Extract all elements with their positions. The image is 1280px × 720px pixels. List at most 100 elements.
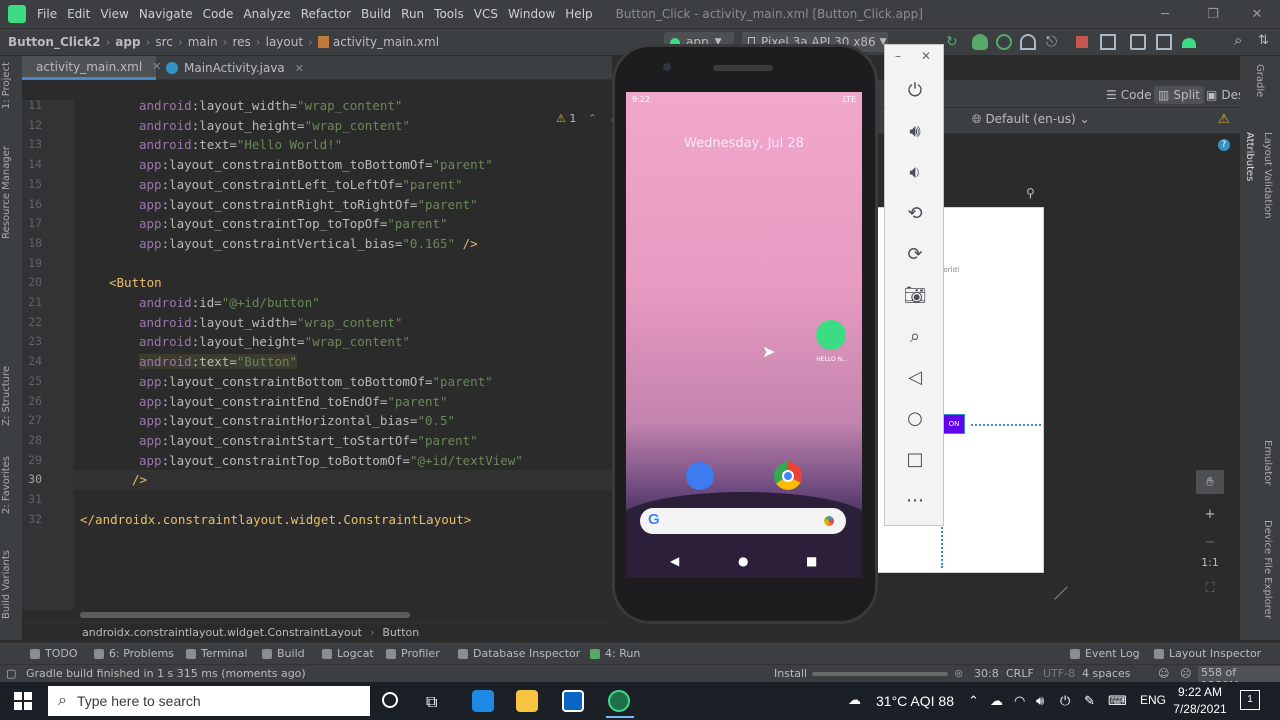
code-line[interactable]: app:layout_constraintStart_toStartOf="pa… xyxy=(139,433,478,448)
volume-icon[interactable]: 🔊︎ xyxy=(1036,693,1044,709)
debug-icon[interactable] xyxy=(972,34,988,50)
keyboard-icon[interactable]: ⌨ xyxy=(1108,693,1127,709)
hector-icon[interactable]: ☺ xyxy=(1158,667,1169,680)
rotate-left-icon[interactable]: ⟲ xyxy=(904,202,926,224)
maximize-button[interactable]: ❐ xyxy=(1190,0,1236,28)
pan-hand-icon[interactable]: ✋︎ xyxy=(1196,470,1224,494)
minimize-button[interactable]: ─ xyxy=(1142,0,1188,28)
menu-analyze[interactable]: Analyze xyxy=(238,7,295,21)
home-icon[interactable]: ○ xyxy=(904,407,926,429)
screenshot-icon[interactable]: 📷︎ xyxy=(904,284,927,306)
input-language[interactable]: ENG xyxy=(1140,693,1166,707)
more-icon[interactable]: ⋯ xyxy=(904,489,926,511)
project-tool-button[interactable]: 1: Project xyxy=(1,62,12,109)
tray-app-icon[interactable]: ⏻ xyxy=(1060,693,1070,709)
power-icon[interactable]: ⏻ xyxy=(904,79,926,101)
home-nav-icon[interactable]: ● xyxy=(738,554,748,568)
rotate-right-icon[interactable]: ⟳ xyxy=(904,243,926,265)
menu-navigate[interactable]: Navigate xyxy=(134,7,198,21)
database-inspector-tool-button[interactable]: Database Inspector xyxy=(458,647,580,660)
stop-icon[interactable] xyxy=(1076,36,1088,48)
close-window-button[interactable]: ✕ xyxy=(1234,0,1280,28)
avd-manager-icon[interactable] xyxy=(1130,34,1146,50)
structure-tool-button[interactable]: Z: Structure xyxy=(1,366,12,426)
layout-validation-tool-button[interactable]: Layout Validation xyxy=(1262,132,1273,219)
crumb-constraintlayout[interactable]: androidx.constraintlayout.widget.Constra… xyxy=(82,626,362,639)
zoom-actual-size-button[interactable]: 1:1 xyxy=(1196,550,1224,574)
caret-position[interactable]: 30:8 xyxy=(974,667,999,680)
layout-inspector-tool-button[interactable]: Layout Inspector xyxy=(1154,647,1261,660)
back-nav-icon[interactable]: ◀ xyxy=(670,554,679,568)
code-line[interactable]: app:layout_constraintBottom_toBottomOf="… xyxy=(139,157,493,172)
code-line[interactable]: </androidx.constraintlayout.widget.Const… xyxy=(80,512,471,527)
menu-run[interactable]: Run xyxy=(396,7,429,21)
feedback-icon[interactable]: ☹ xyxy=(1180,667,1191,680)
assistant-icon[interactable] xyxy=(824,516,834,526)
code-line[interactable]: /> xyxy=(132,472,147,487)
chrome-app-icon[interactable] xyxy=(774,462,802,490)
device-file-explorer-tool-button[interactable]: Device File Explorer xyxy=(1262,520,1273,619)
google-search-bar[interactable]: G xyxy=(640,508,846,534)
horizontal-scrollbar[interactable] xyxy=(80,612,410,618)
menu-window[interactable]: Window xyxy=(503,7,560,21)
code-line[interactable]: android:layout_width="wrap_content" xyxy=(139,98,402,113)
file-explorer-icon[interactable] xyxy=(516,690,538,712)
favorites-tool-button[interactable]: 2: Favorites xyxy=(1,456,12,514)
problems-tool-button[interactable]: 6: Problems xyxy=(94,647,174,660)
android-studio-taskbar-icon[interactable] xyxy=(608,690,630,712)
locale-select[interactable]: 🌐︎ Default (en-us) ⌄ xyxy=(972,112,1090,127)
pen-icon[interactable]: ✎ xyxy=(1084,693,1095,709)
code-line[interactable]: android:id="@+id/button" xyxy=(139,295,320,310)
breadcrumb-app[interactable]: app xyxy=(115,35,140,49)
project-structure-icon[interactable] xyxy=(1100,34,1116,50)
line-separator[interactable]: CRLF xyxy=(1006,667,1034,680)
taskbar-search-box[interactable]: ⌕ Type here to search xyxy=(48,686,370,716)
clock-time[interactable]: 9:22 AM xyxy=(1176,685,1224,699)
zoom-in-button[interactable]: + xyxy=(1196,502,1224,526)
recents-nav-icon[interactable]: ■ xyxy=(806,554,817,568)
code-line[interactable]: android:text="Hello World!" xyxy=(139,137,342,152)
todo-tool-button[interactable]: TODO xyxy=(30,647,78,660)
zoom-fit-button[interactable]: ⛶ xyxy=(1196,576,1224,600)
constraint-handle-icon[interactable]: ⚲ xyxy=(1026,186,1035,200)
build-variants-tool-button[interactable]: Build Variants xyxy=(1,550,12,619)
menu-refactor[interactable]: Refactor xyxy=(296,7,356,21)
emulator-screen[interactable]: 9:22 LTE Wednesday, Jul 28 HELLO N... ➤ … xyxy=(626,92,862,578)
breadcrumb-layout[interactable]: layout xyxy=(266,35,303,49)
show-hidden-icons[interactable]: ⌃ xyxy=(968,693,979,709)
breadcrumb-main[interactable]: main xyxy=(188,35,218,49)
breadcrumb-file[interactable]: activity_main.xml xyxy=(333,35,439,49)
profiler-tool-button[interactable]: Profiler xyxy=(386,647,440,660)
weather-text[interactable]: 31°C AQI 88 xyxy=(876,693,954,709)
apply-changes-icon[interactable]: ↻ xyxy=(946,34,962,50)
split-mode-button[interactable]: ▥ Split xyxy=(1154,86,1204,104)
search-icon[interactable]: ⌕ xyxy=(1234,31,1250,49)
taskbar-app-3-icon[interactable] xyxy=(562,690,584,712)
code-line[interactable]: app:layout_constraintEnd_toEndOf="parent… xyxy=(139,394,448,409)
run-tool-button[interactable]: 4: Run xyxy=(590,647,640,660)
code-line[interactable]: app:layout_constraintLeft_toLeftOf="pare… xyxy=(139,177,463,192)
code-line[interactable]: app:layout_constraintTop_toBottomOf="@+i… xyxy=(139,453,523,468)
cortana-icon[interactable] xyxy=(382,692,398,708)
status-panel-icon[interactable]: ▢ xyxy=(6,667,16,680)
windows-start-icon[interactable] xyxy=(14,692,32,710)
prev-highlight-icon[interactable]: ⌃ xyxy=(588,112,597,125)
menu-vcs[interactable]: VCS xyxy=(469,7,503,21)
event-log-tool-button[interactable]: Event Log xyxy=(1070,647,1140,660)
cloud-icon[interactable]: ☁ xyxy=(990,693,1003,709)
tab-main-activity[interactable]: MainActivity.java ✕ xyxy=(158,56,308,80)
menu-view[interactable]: View xyxy=(95,7,133,21)
logcat-tool-button[interactable]: Logcat xyxy=(322,647,374,660)
attach-debugger-icon[interactable]: ⎋ xyxy=(1046,34,1062,50)
close-emulator-icon[interactable]: ✕ xyxy=(921,49,931,63)
crumb-button[interactable]: Button xyxy=(382,626,419,639)
back-icon[interactable]: ◁ xyxy=(904,366,926,388)
menu-help[interactable]: Help xyxy=(560,7,597,21)
volume-up-icon[interactable]: 🔊︎ xyxy=(904,120,926,142)
code-line[interactable]: android:layout_height="wrap_content" xyxy=(139,334,410,349)
volume-down-icon[interactable]: 🔉︎ xyxy=(904,161,926,183)
inspection-widget[interactable]: ⚠ 1 ⌃ ⌄ xyxy=(556,112,618,125)
layout-warning-icon[interactable]: ⚠ xyxy=(1218,112,1230,127)
android-icon[interactable] xyxy=(1182,38,1196,48)
sdk-manager-icon[interactable] xyxy=(1156,34,1172,50)
